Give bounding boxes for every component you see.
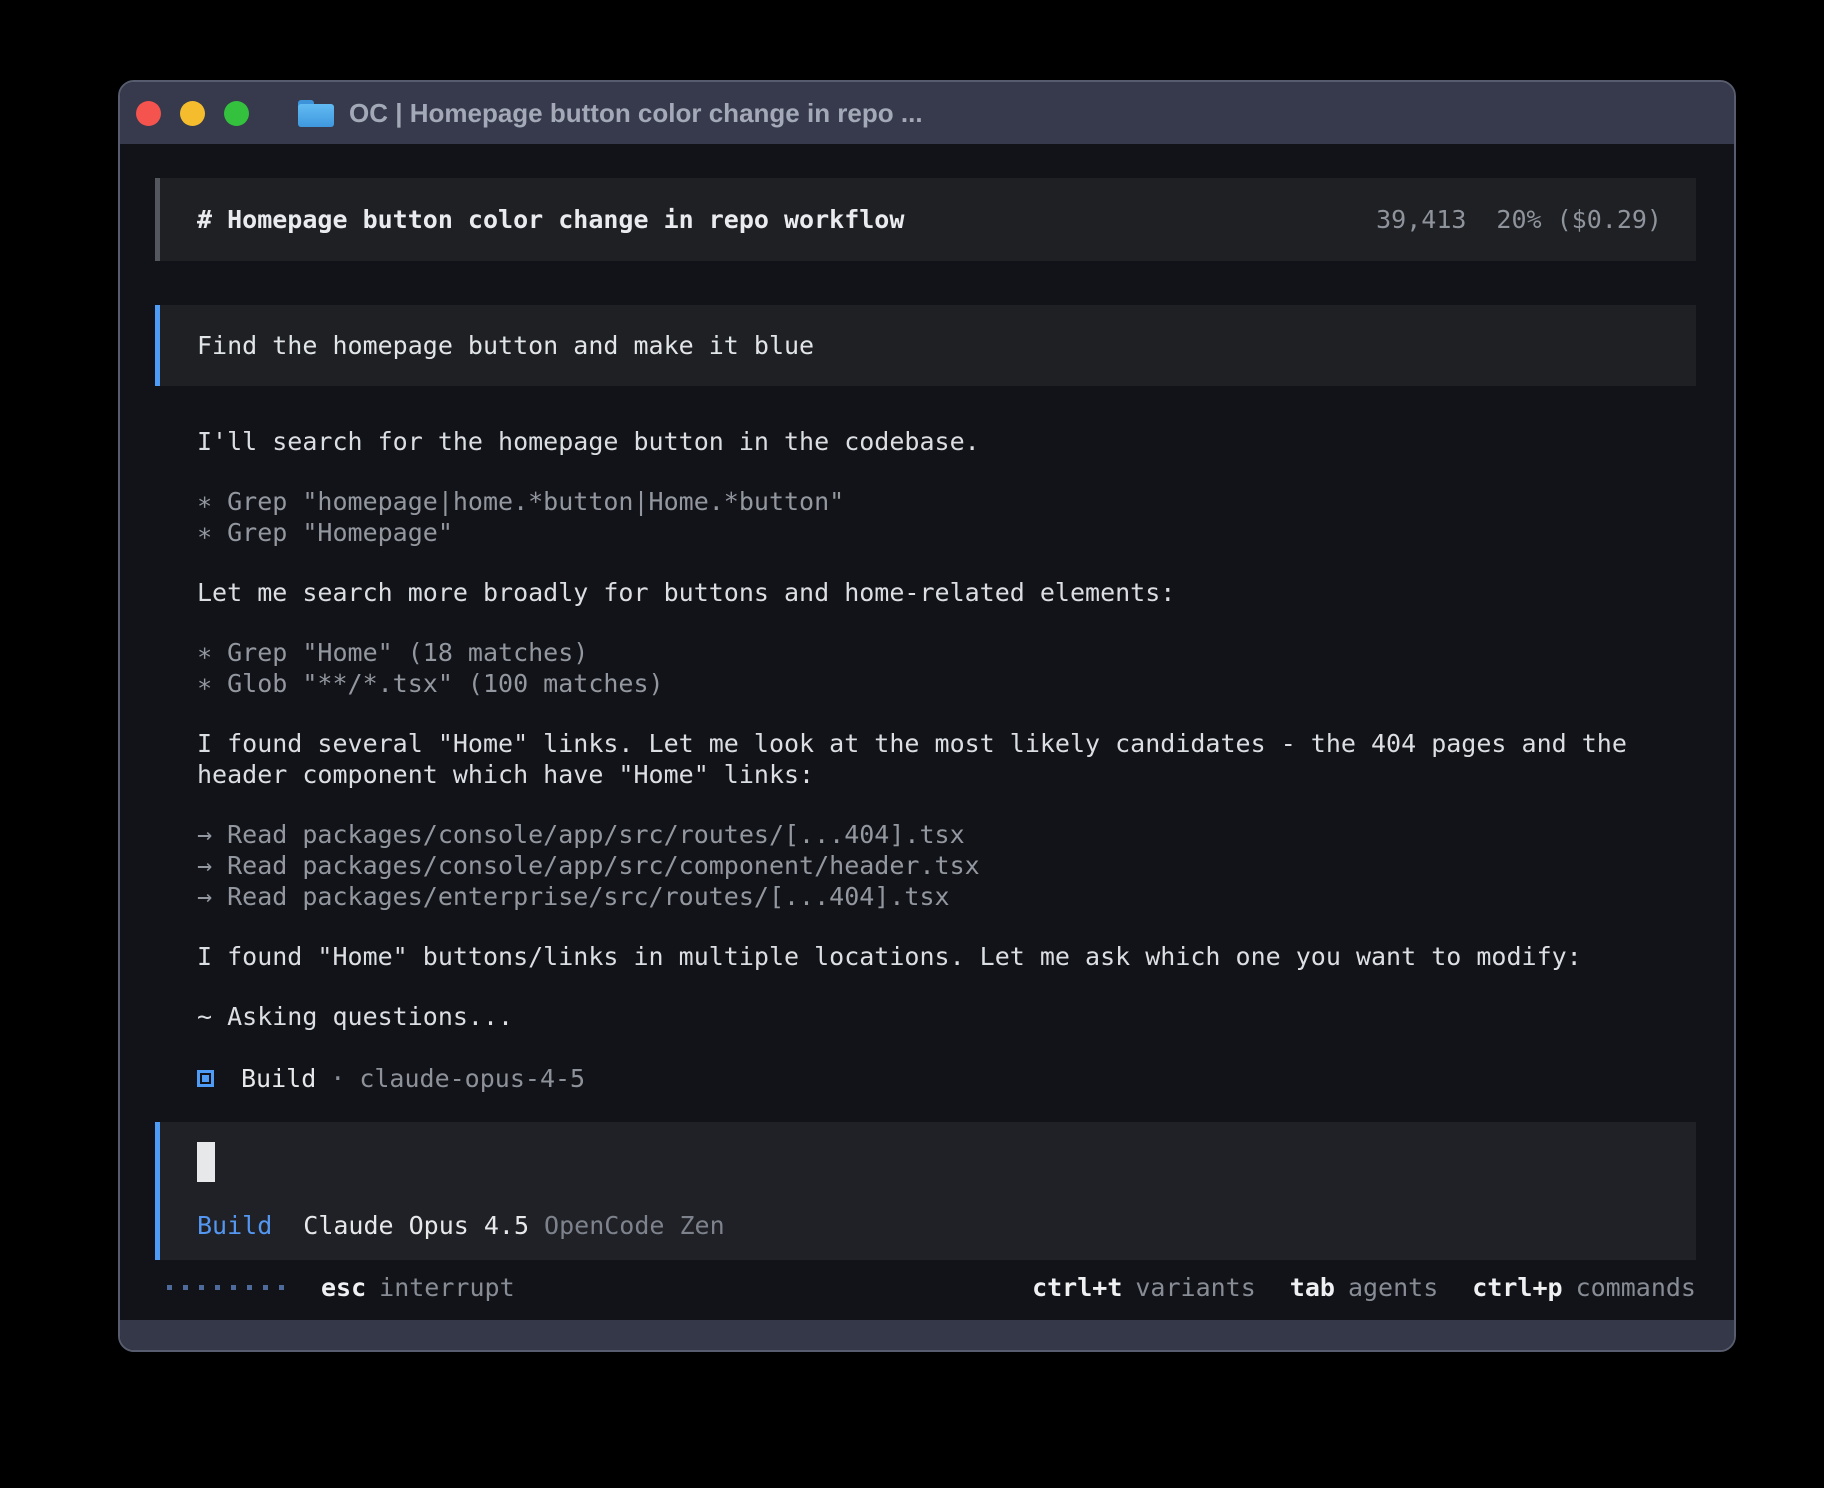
hint-key: ctrl+p [1472, 1273, 1562, 1302]
window-footer-bar [120, 1320, 1734, 1350]
prompt-input[interactable]: Build Claude Opus 4.5 OpenCode Zen [155, 1122, 1696, 1260]
zoom-window-button[interactable] [224, 101, 249, 126]
keyboard-hints: ctrl+t variants tab agents ctrl+p comman… [998, 1273, 1696, 1302]
tool-call-line: ∗ Grep "Home" (18 matches) [197, 637, 1734, 668]
assistant-text-line: I'll search for the homepage button in t… [197, 426, 1734, 457]
esc-key-label: interrupt [379, 1273, 514, 1302]
close-window-button[interactable] [136, 101, 161, 126]
input-mode-line: Build Claude Opus 4.5 OpenCode Zen [197, 1212, 1662, 1240]
assistant-text-line: I found several "Home" links. Let me loo… [197, 728, 1734, 759]
assistant-transcript: I'll search for the homepage button in t… [197, 426, 1734, 1061]
assistant-paragraph: I found several "Home" links. Let me loo… [197, 728, 1734, 790]
agent-build-icon [197, 1070, 214, 1087]
tool-call-line: ∗ Grep "Homepage" [197, 517, 1734, 548]
tool-call-line: ∗ Glob "**/*.tsx" (100 matches) [197, 668, 1734, 699]
esc-key-hint: esc [321, 1273, 366, 1302]
session-header: # Homepage button color change in repo w… [155, 178, 1696, 261]
input-mode-agent[interactable]: Build [197, 1212, 272, 1240]
agent-status-line: Build · claude-opus-4-5 [197, 1063, 1734, 1094]
hint-key: ctrl+t [1032, 1273, 1122, 1302]
hint-label: commands [1576, 1273, 1696, 1302]
hint-key: tab [1290, 1273, 1335, 1302]
agent-model: claude-opus-4-5 [359, 1063, 585, 1094]
tool-call-line: ∗ Grep "homepage|home.*button|Home.*butt… [197, 486, 1734, 517]
tool-call-group: ∗ Grep "Home" (18 matches) ∗ Glob "**/*.… [197, 637, 1734, 699]
assistant-text-line: Let me search more broadly for buttons a… [197, 577, 1734, 608]
assistant-text-line: I found "Home" buttons/links in multiple… [197, 941, 1734, 972]
window-title: OC | Homepage button color change in rep… [349, 98, 923, 129]
hint-label: variants [1135, 1273, 1255, 1302]
folder-icon [298, 100, 334, 127]
spinner-dots-icon [167, 1285, 284, 1290]
tool-call-group: → Read packages/console/app/src/routes/[… [197, 819, 1734, 912]
minimize-window-button[interactable] [180, 101, 205, 126]
assistant-paragraph: ~ Asking questions... [197, 1001, 1734, 1032]
user-message-text: Find the homepage button and make it blu… [197, 331, 1662, 360]
assistant-paragraph: I found "Home" buttons/links in multiple… [197, 941, 1734, 972]
read-file-line: → Read packages/enterprise/src/routes/[.… [197, 881, 1734, 912]
agent-separator: · [330, 1063, 345, 1094]
read-file-line: → Read packages/console/app/src/routes/[… [197, 819, 1734, 850]
terminal-content: # Homepage button color change in repo w… [120, 144, 1734, 1320]
terminal-window: OC | Homepage button color change in rep… [118, 80, 1736, 1352]
status-left: esc interrupt [167, 1273, 515, 1302]
input-model-name[interactable]: Claude Opus 4.5 [303, 1212, 529, 1240]
status-bar: esc interrupt ctrl+t variants tab agents… [167, 1272, 1696, 1302]
titlebar[interactable]: OC | Homepage button color change in rep… [120, 82, 1734, 144]
context-cost: 20% ($0.29) [1496, 205, 1662, 234]
agent-name: Build [241, 1063, 316, 1094]
text-cursor [197, 1142, 215, 1182]
hint-commands: ctrl+p commands [1472, 1273, 1696, 1302]
hint-agents: tab agents [1290, 1273, 1438, 1302]
assistant-paragraph: Let me search more broadly for buttons a… [197, 577, 1734, 608]
assistant-text-line: header component which have "Home" links… [197, 759, 1734, 790]
session-meta: 39,413 20% ($0.29) [1376, 205, 1662, 234]
hint-label: agents [1348, 1273, 1438, 1302]
user-message: Find the homepage button and make it blu… [155, 305, 1696, 386]
session-title: # Homepage button color change in repo w… [197, 205, 904, 234]
assistant-paragraph: I'll search for the homepage button in t… [197, 426, 1734, 457]
hint-variants: ctrl+t variants [1032, 1273, 1256, 1302]
tool-call-group: ∗ Grep "homepage|home.*button|Home.*butt… [197, 486, 1734, 548]
token-count: 39,413 [1376, 205, 1466, 234]
read-file-line: → Read packages/console/app/src/componen… [197, 850, 1734, 881]
input-provider-name: OpenCode Zen [544, 1212, 725, 1240]
status-working-line: ~ Asking questions... [197, 1001, 1734, 1032]
